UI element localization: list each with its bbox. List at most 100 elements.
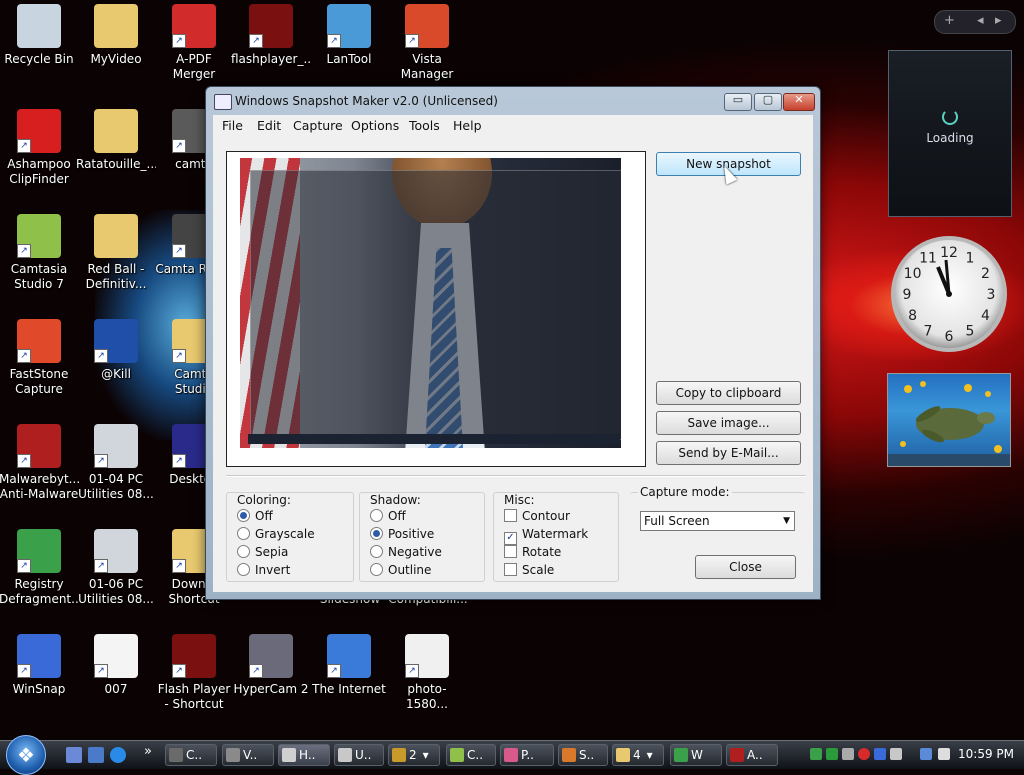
coloring-invert-radio[interactable]: Invert	[237, 563, 290, 577]
desktop-icon-label: flashplayer_...	[231, 52, 311, 66]
send-by-email-button[interactable]: Send by E-Mail...	[656, 441, 801, 465]
desktop-icon-label: LanTool	[326, 52, 372, 66]
taskbar-button[interactable]: W	[670, 744, 722, 766]
taskbar-app-icon	[616, 748, 630, 762]
close-window-button[interactable]: ✕	[783, 93, 815, 111]
taskbar-label: P..	[521, 748, 534, 762]
watermark-checkbox[interactable]: ✓ Watermark	[504, 527, 588, 545]
desktop-icon[interactable]: ↗ HyperCam 2	[231, 634, 311, 697]
desktop-icon[interactable]: ↗ WinSnap	[0, 634, 79, 697]
taskbar-button[interactable]: C..	[446, 744, 496, 766]
volume-icon[interactable]	[938, 748, 950, 760]
tray-icon-3[interactable]	[842, 748, 854, 760]
menu-capture[interactable]: Capture	[293, 118, 343, 133]
switch-windows-icon[interactable]	[88, 747, 104, 763]
desktop-icon[interactable]: ↗ FastStone Capture	[0, 319, 79, 397]
desktop-icon[interactable]: ↗ 01-06 PC Utilities 08...	[76, 529, 156, 607]
desktop-icon[interactable]: ↗ Vista Manager	[387, 4, 467, 82]
desktop-icon[interactable]: ↗ A-PDF Merger	[154, 4, 234, 82]
prev-gadget-button[interactable]: ◂	[977, 13, 984, 28]
desktop-icon[interactable]: ↗ Camtasia Studio 7	[0, 214, 79, 292]
desktop-icon-label: @Kill	[101, 367, 131, 381]
menu-edit[interactable]: Edit	[257, 118, 281, 133]
tray-icon-2[interactable]	[826, 748, 838, 760]
coloring-sepia-radio[interactable]: Sepia	[237, 545, 288, 559]
desktop-icon[interactable]: ↗ @Kill	[76, 319, 156, 382]
desktop-icon[interactable]: MyVideo	[76, 4, 156, 67]
shadow-positive-radio[interactable]: Positive	[370, 527, 434, 541]
menu-file[interactable]: File	[222, 118, 243, 133]
shortcut-arrow-icon: ↗	[172, 559, 186, 573]
maximize-button[interactable]: ▢	[754, 93, 782, 111]
minimize-button[interactable]: ▭	[724, 93, 752, 111]
taskbar-button[interactable]: P..	[500, 744, 554, 766]
desktop-icon[interactable]: ↗ Registry Defragment...	[0, 529, 79, 607]
shadow-negative-radio[interactable]: Negative	[370, 545, 442, 559]
client-area: New snapshot Copy to clipboard Save imag…	[213, 137, 813, 592]
add-gadget-button[interactable]: +	[944, 13, 955, 28]
clock-number: 1	[966, 251, 975, 267]
desktop-icon[interactable]: ↗ flashplayer_...	[231, 4, 311, 67]
radio-icon	[370, 509, 383, 522]
start-button[interactable]	[6, 735, 46, 775]
close-icon: ✕	[794, 93, 804, 106]
radio-label: Off	[255, 509, 273, 523]
desktop-icon[interactable]: ↗ The Internet	[309, 634, 389, 697]
menu-tools[interactable]: Tools	[409, 118, 440, 133]
desktop-icon-label: 007	[104, 682, 128, 696]
desktop-icon[interactable]: Red Ball - Definitiv...	[76, 214, 156, 292]
desktop-icon[interactable]: ↗ photo-1580...	[387, 634, 467, 712]
winsnap-icon: ↗	[17, 634, 61, 678]
tray-icon-1[interactable]	[810, 748, 822, 760]
desktop-icon[interactable]: ↗ Ashampoo ClipFinder	[0, 109, 79, 187]
copy-to-clipboard-button[interactable]: Copy to clipboard	[656, 381, 801, 405]
menu-options[interactable]: Options	[351, 118, 399, 133]
taskbar-clock[interactable]: 10:59 PM	[958, 747, 1014, 761]
desktop-icon[interactable]: ↗ 01-04 PC Utilities 08...	[76, 424, 156, 502]
shortcut-arrow-icon: ↗	[405, 664, 419, 678]
taskbar-button[interactable]: 4 ▾	[612, 744, 664, 766]
contour-checkbox[interactable]: Contour	[504, 509, 570, 523]
shortcut-arrow-icon: ↗	[249, 664, 263, 678]
scale-checkbox[interactable]: Scale	[504, 563, 554, 577]
slideshow-gadget[interactable]	[887, 373, 1011, 467]
shadow-off-radio[interactable]: Off	[370, 509, 406, 523]
rotate-checkbox[interactable]: Rotate	[504, 545, 561, 559]
taskbar-label: C..	[467, 748, 484, 762]
taskbar-button[interactable]: H..	[278, 744, 330, 766]
capture-mode-select[interactable]: Full Screen ▼	[640, 511, 795, 531]
tray-icon-4[interactable]	[858, 748, 870, 760]
desktop-icon[interactable]: ↗ LanTool	[309, 4, 389, 67]
internet-explorer-icon[interactable]	[110, 747, 126, 763]
tray-icon-5[interactable]	[874, 748, 886, 760]
coloring-grayscale-radio[interactable]: Grayscale	[237, 527, 315, 541]
title-bar[interactable]: Windows Snapshot Maker v2.0 (Unlicensed)…	[206, 87, 820, 115]
save-image-button[interactable]: Save image...	[656, 411, 801, 435]
taskbar-button[interactable]: C..	[165, 744, 217, 766]
show-desktop-icon[interactable]	[66, 747, 82, 763]
desktop-icon[interactable]: ↗ 007	[76, 634, 156, 697]
taskbar-button[interactable]: V..	[222, 744, 274, 766]
clock-number: 2	[981, 266, 990, 282]
taskbar-button[interactable]: U..	[334, 744, 384, 766]
taskbar-button[interactable]: 2 ▾	[388, 744, 440, 766]
desktop-icon[interactable]: ↗ Flash Player - Shortcut	[154, 634, 234, 712]
loading-gadget[interactable]: Loading	[888, 50, 1012, 217]
network-icon[interactable]	[920, 748, 932, 760]
desktop-icon[interactable]: ↗ Malwarebyt... Anti-Malware	[0, 424, 79, 502]
next-gadget-button[interactable]: ▸	[995, 13, 1002, 28]
desktop-icon[interactable]: Ratatouille_...	[76, 109, 156, 172]
coloring-off-radio[interactable]: Off	[237, 509, 273, 523]
tray-icon-6[interactable]	[890, 748, 902, 760]
desktop-icon[interactable]: Recycle Bin	[0, 4, 79, 67]
menu-help[interactable]: Help	[453, 118, 482, 133]
maximize-icon: ▢	[762, 93, 774, 106]
taskbar-button[interactable]: S..	[558, 744, 608, 766]
close-button[interactable]: Close	[695, 555, 796, 579]
clock-gadget[interactable]: 12 1 2 3 4 5 6 7 8 9 10 11	[888, 232, 1010, 356]
capture-mode-group: Capture mode: Full Screen ▼	[630, 485, 805, 543]
taskbar-button[interactable]: A..	[726, 744, 778, 766]
shadow-outline-radio[interactable]: Outline	[370, 563, 431, 577]
taskbar-app-icon	[504, 748, 518, 762]
quicklaunch-overflow-icon[interactable]: »	[144, 744, 152, 759]
